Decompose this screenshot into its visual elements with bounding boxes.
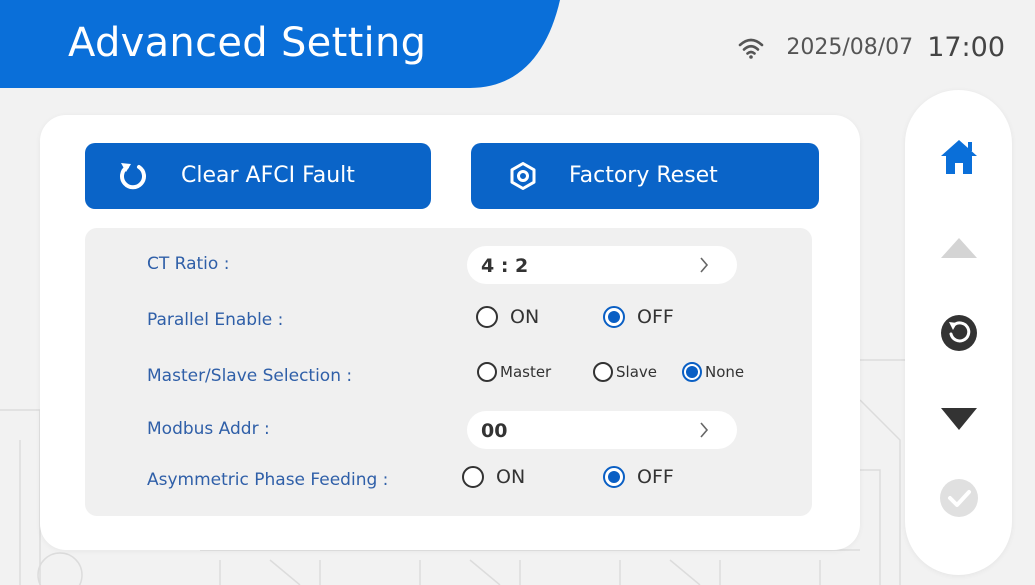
ct-ratio-field[interactable]: 4 : 2 bbox=[467, 246, 737, 284]
radio-button bbox=[476, 306, 498, 328]
status-date: 2025/08/07 bbox=[786, 35, 914, 60]
setting-ct-ratio: CT Ratio : 4 : 2 bbox=[85, 238, 812, 290]
refresh-icon bbox=[120, 163, 146, 190]
page-title: Advanced Setting bbox=[68, 20, 427, 66]
confirm-icon bbox=[939, 479, 978, 517]
radio-button-selected bbox=[682, 362, 702, 382]
option-label: ON bbox=[496, 466, 526, 488]
factory-reset-label: Factory Reset bbox=[569, 163, 718, 188]
factory-reset-button[interactable]: Factory Reset bbox=[471, 143, 819, 209]
master-option[interactable]: Master bbox=[477, 362, 551, 382]
status-bar: 2025/08/07 17:00 bbox=[738, 32, 1005, 63]
radio-button bbox=[462, 466, 484, 488]
asymmetric-phase-label: Asymmetric Phase Feeding : bbox=[147, 470, 389, 490]
option-label: OFF bbox=[637, 306, 674, 328]
setting-asymmetric-phase: Asymmetric Phase Feeding : ON OFF bbox=[85, 454, 812, 506]
master-slave-label: Master/Slave Selection : bbox=[147, 366, 353, 386]
scroll-up-button[interactable] bbox=[905, 236, 1012, 260]
modbus-addr-label: Modbus Addr : bbox=[147, 419, 270, 439]
down-arrow-icon bbox=[940, 408, 977, 430]
scroll-down-button[interactable] bbox=[905, 406, 1012, 432]
ct-ratio-value: 4 : 2 bbox=[481, 255, 529, 277]
parallel-enable-on-option[interactable]: ON bbox=[476, 306, 539, 328]
parallel-enable-label: Parallel Enable : bbox=[147, 310, 284, 330]
radio-button-selected bbox=[603, 306, 625, 328]
settings-panel: Clear AFCI Fault Factory Reset CT Ratio … bbox=[40, 115, 860, 550]
clear-afci-fault-button[interactable]: Clear AFCI Fault bbox=[85, 143, 431, 209]
option-label: Master bbox=[500, 363, 552, 381]
option-label: ON bbox=[510, 306, 540, 328]
back-icon bbox=[940, 315, 977, 351]
navigation-sidebar bbox=[905, 90, 1012, 575]
modbus-addr-field[interactable]: 00 bbox=[467, 411, 737, 449]
slave-option[interactable]: Slave bbox=[593, 362, 657, 382]
hexagon-gear-icon bbox=[510, 162, 536, 190]
chevron-right-icon bbox=[700, 422, 709, 438]
back-button[interactable] bbox=[905, 314, 1012, 352]
option-label: None bbox=[705, 363, 745, 381]
asymmetric-phase-on-option[interactable]: ON bbox=[462, 466, 525, 488]
modbus-addr-value: 00 bbox=[481, 420, 508, 442]
setting-parallel-enable: Parallel Enable : ON OFF bbox=[85, 294, 812, 346]
setting-modbus-addr: Modbus Addr : 00 bbox=[85, 403, 812, 455]
option-label: OFF bbox=[637, 466, 674, 488]
option-label: Slave bbox=[616, 363, 657, 381]
none-option[interactable]: None bbox=[682, 362, 744, 382]
chevron-right-icon bbox=[700, 257, 709, 273]
radio-button bbox=[593, 362, 613, 382]
asymmetric-phase-off-option[interactable]: OFF bbox=[603, 466, 674, 488]
confirm-button[interactable] bbox=[905, 478, 1012, 518]
up-arrow-icon bbox=[940, 238, 977, 258]
ct-ratio-label: CT Ratio : bbox=[147, 254, 230, 274]
radio-button bbox=[477, 362, 497, 382]
clear-afci-fault-label: Clear AFCI Fault bbox=[181, 163, 355, 188]
settings-list: CT Ratio : 4 : 2 Parallel Enable : ON OF… bbox=[85, 228, 812, 516]
home-icon bbox=[940, 140, 977, 174]
wifi-icon bbox=[739, 38, 764, 59]
home-button[interactable] bbox=[905, 138, 1012, 176]
status-time: 17:00 bbox=[927, 32, 1005, 63]
radio-button-selected bbox=[603, 466, 625, 488]
setting-master-slave: Master/Slave Selection : Master Slave No… bbox=[85, 350, 812, 402]
parallel-enable-off-option[interactable]: OFF bbox=[603, 306, 674, 328]
